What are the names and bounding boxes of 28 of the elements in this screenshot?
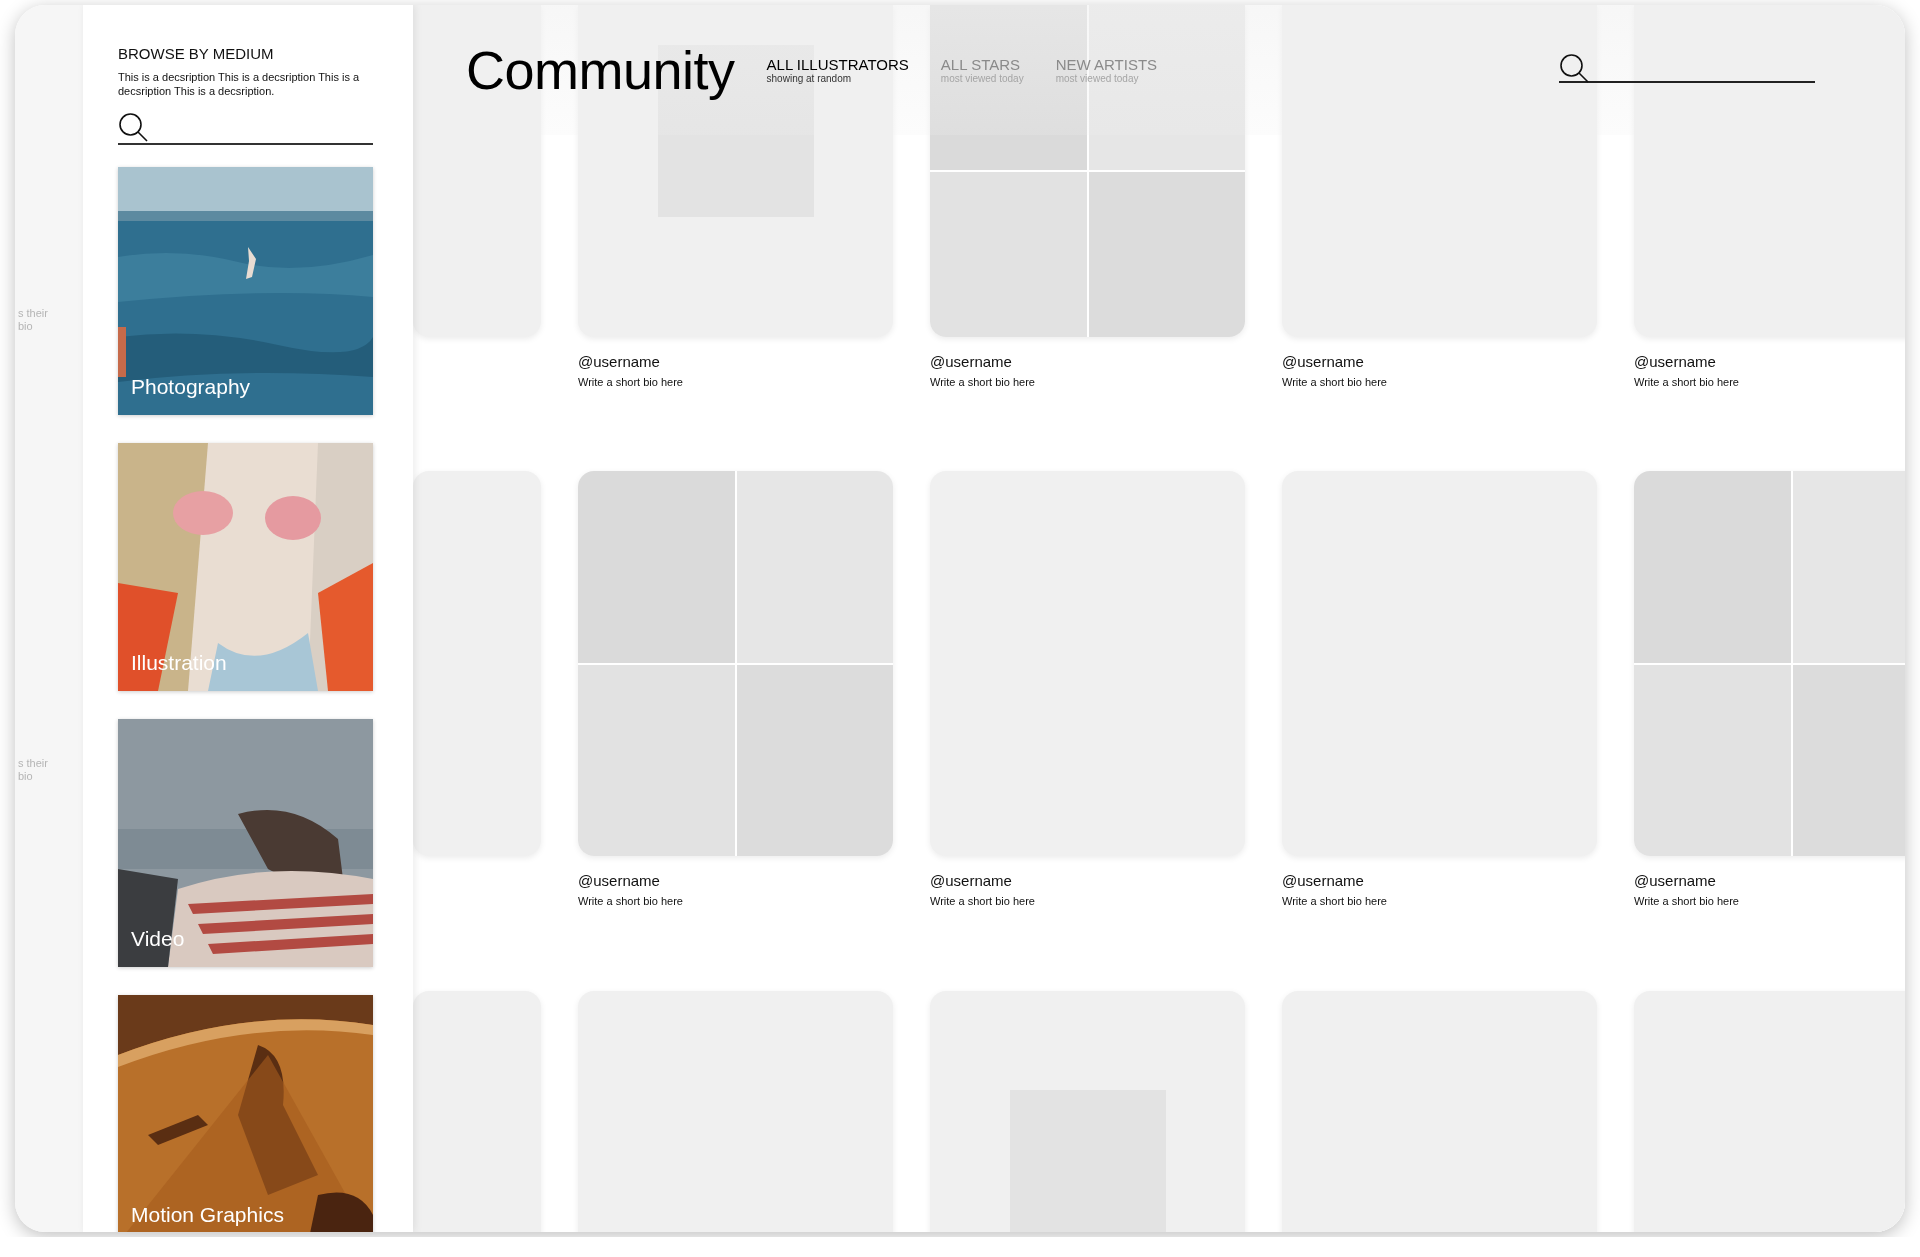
bio-text: Write a short bio here: [930, 376, 1036, 388]
bio-text: Write a short bio here: [1282, 376, 1388, 388]
username[interactable]: @username: [1634, 353, 1905, 370]
bio-text: s their bio: [17, 307, 49, 334]
bio-text: Write a short bio here: [930, 895, 1036, 907]
username[interactable]: @username: [1282, 353, 1597, 370]
search-icon: [118, 112, 149, 143]
username[interactable]: @username: [930, 872, 1245, 889]
username[interactable]: @username: [1634, 872, 1905, 889]
bio-text: Write a short bio here: [1282, 895, 1388, 907]
filter-tab[interactable]: ALL ILLUSTRATORS showing at random: [766, 56, 909, 84]
medium-tile[interactable]: Photography: [118, 167, 373, 415]
page-title: Community: [466, 39, 735, 101]
bio-text: Write a short bio here: [578, 895, 684, 907]
search-field[interactable]: [118, 112, 373, 145]
sidebar-title: BROWSE BY MEDIUM: [118, 45, 275, 62]
bio-text: Write a short bio here: [1634, 895, 1740, 907]
search-field[interactable]: [1559, 53, 1815, 83]
bio-text: Write a short bio here: [578, 376, 684, 388]
username[interactable]: @username: [1282, 872, 1597, 889]
bio-text: Write a short bio here: [1634, 376, 1740, 388]
username[interactable]: @username: [930, 353, 1245, 370]
username[interactable]: @username: [578, 872, 893, 889]
username[interactable]: @username: [578, 353, 893, 370]
sidebar-description: This is a decsription This is a decsription This is a decsription This is a decsription.: [118, 70, 361, 98]
bio-text: s their bio: [17, 756, 49, 783]
medium-tile[interactable]: Motion Graphics: [118, 995, 373, 1232]
search-icon: [1559, 53, 1590, 84]
